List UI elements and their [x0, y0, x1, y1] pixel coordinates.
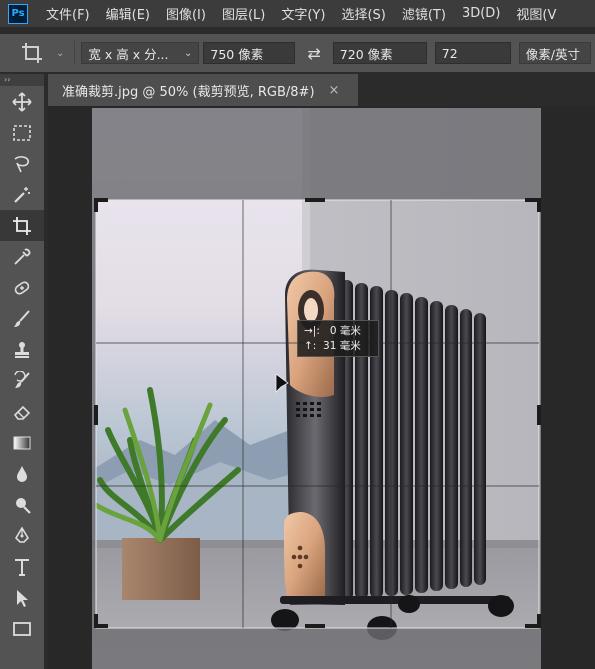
- crop-offset-tooltip: →|: 0 毫米 ↑: 31 毫米: [297, 320, 379, 357]
- tooltip-vertical-offset: ↑: 31 毫米: [304, 340, 361, 352]
- tooltip-horizontal-offset: →|: 0 毫米: [304, 325, 361, 337]
